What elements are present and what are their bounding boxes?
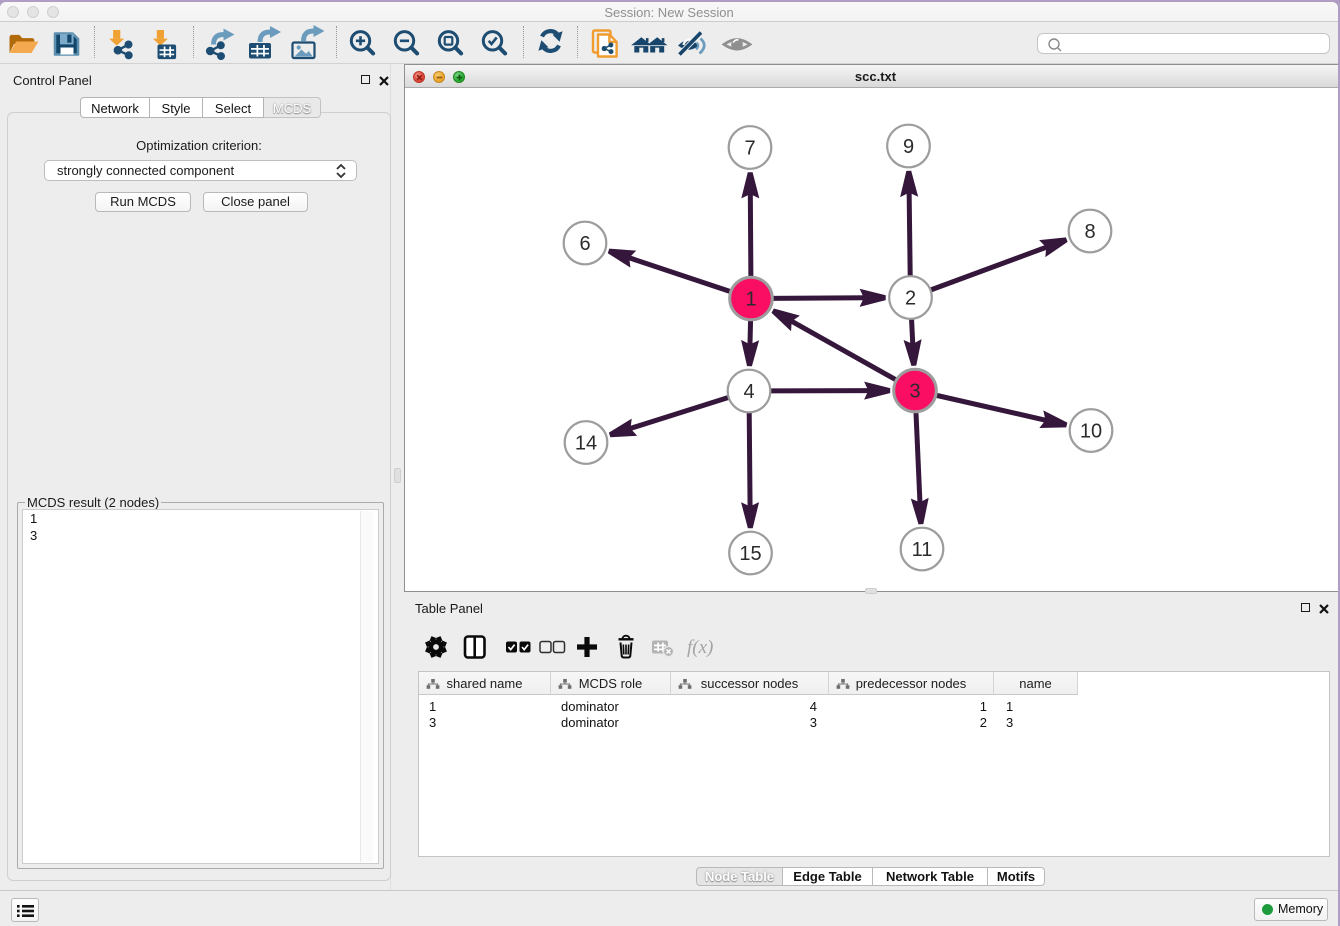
svg-text:3: 3 — [909, 381, 920, 403]
svg-text:f(x): f(x) — [687, 637, 713, 658]
svg-text:10: 10 — [1080, 421, 1102, 443]
svg-text:9: 9 — [903, 136, 914, 158]
svg-text:8: 8 — [1084, 221, 1095, 243]
svg-text:2: 2 — [905, 288, 916, 310]
svg-text:14: 14 — [575, 433, 597, 455]
svg-text:7: 7 — [744, 138, 755, 160]
svg-text:11: 11 — [912, 539, 933, 561]
svg-text:6: 6 — [579, 233, 590, 255]
svg-text:1: 1 — [745, 289, 756, 311]
svg-text:15: 15 — [739, 543, 761, 565]
svg-text:4: 4 — [743, 381, 754, 403]
